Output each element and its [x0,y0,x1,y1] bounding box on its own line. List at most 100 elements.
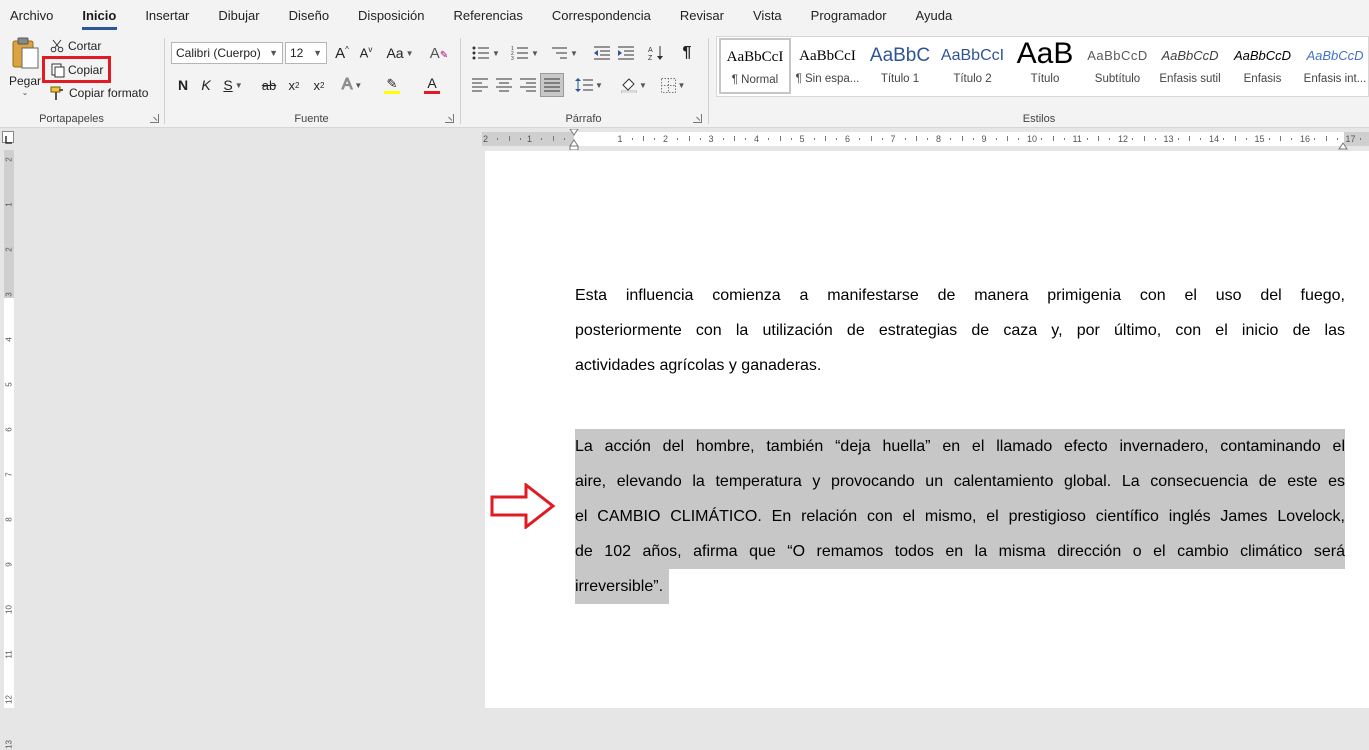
shading-button[interactable]: ▼ [618,74,650,96]
ruler-tick [654,138,656,140]
style-item[interactable]: AaBbC Título 1 [864,39,936,95]
text-span: Esta influencia comienza a manifestarse … [575,287,1345,304]
numbering-button[interactable]: 1 2 3 ▼ [508,42,542,64]
style-item[interactable]: AaBbCcD Énfasis [1227,39,1299,95]
tab-insertar[interactable]: Insertar [131,0,204,32]
paste-button[interactable]: Pegar ⌄ [6,36,44,102]
style-name: Énfasis [1243,73,1282,85]
style-item[interactable]: AaBbCcI ¶ Normal [719,38,791,94]
document-page[interactable]: Esta influencia comienza a manifestarse … [485,151,1369,708]
ruler-number: 8 [936,134,942,144]
ribbon: Pegar ⌄ Cortar Copiar Copiar formato Por… [0,32,1369,128]
svg-text:A: A [648,47,653,54]
sort-button[interactable]: AZ [645,42,667,64]
style-sample: AaB [1016,39,1074,70]
subscript-button[interactable]: x2 [284,74,304,96]
change-case-label: Aa [386,45,404,61]
indent-marker-icon[interactable] [569,128,579,151]
ruler-number: 3 [4,292,14,297]
show-marks-button[interactable]: ¶ [677,42,697,64]
clipboard-launcher-icon[interactable] [150,114,159,123]
chevron-down-icon: ▼ [595,80,603,90]
style-item[interactable]: AaB Título [1009,39,1081,95]
tab-selector-icon[interactable] [2,131,14,144]
tab-vista[interactable]: Vista [739,0,797,32]
font-color-button[interactable]: A [416,74,448,96]
document-paragraph-1[interactable]: Esta influencia comienza a manifestarse … [575,278,1345,383]
text-span: posteriormente con la utilización de est… [575,322,1345,339]
ruler-number: 11 [4,650,14,659]
text-span: el CAMBIO CLIMÁTICO. En relación con el … [575,508,1345,525]
bullets-button[interactable]: ▼ [469,42,503,64]
ruler-tick [497,138,499,140]
chevron-down-icon: ▼ [570,48,578,58]
pilcrow-icon: ¶ [682,44,692,61]
decrease-indent-button[interactable] [591,42,613,64]
ruler-tick [1325,136,1327,141]
ruler-tick [677,138,679,140]
shrink-font-button[interactable]: Av [356,42,376,64]
format-painter-button[interactable]: Copiar formato [50,84,148,102]
borders-button[interactable]: ▼ [657,74,689,96]
change-case-button[interactable]: Aa ▼ [384,42,416,64]
ruler-tick [1132,138,1134,140]
tab-archivo[interactable]: Archivo [0,0,68,32]
style-item[interactable]: AaBbCcD Subtítulo [1082,39,1154,95]
tab-diseno[interactable]: Diseño [274,0,343,32]
font-color-icon: A [427,75,437,91]
bold-button[interactable]: N [173,74,193,96]
ruler-number: 1 [4,202,14,207]
chevron-down-icon: ▼ [405,48,414,58]
highlight-color-bar [384,90,400,94]
font-launcher-icon[interactable] [445,114,454,123]
style-item[interactable]: AaBbCcI ¶ Sin espa... [792,39,864,95]
text-line: actividades agrícolas y ganaderas. [575,348,1345,383]
paragraph-launcher-icon[interactable] [693,114,702,123]
tab-disposicion[interactable]: Disposición [344,0,439,32]
style-item[interactable]: AaBbCcI Título 2 [937,39,1009,95]
cut-button[interactable]: Cortar [50,37,101,55]
justify-button[interactable] [540,73,564,97]
multilevel-icon [552,47,568,59]
italic-button[interactable]: K [196,74,216,96]
tab-inicio[interactable]: Inicio [68,0,131,32]
tab-referencias[interactable]: Referencias [439,0,537,32]
style-item[interactable]: AaBbCcD Énfasis int... [1299,39,1369,95]
ruler-tick [859,138,861,140]
horizontal-ruler[interactable]: 21123456789101112131415161718 [482,128,1369,151]
tab-revisar[interactable]: Revisar [665,0,738,32]
align-right-button[interactable] [517,74,539,96]
font-name-combo[interactable]: Calibri (Cuerpo) ▼ [171,42,283,64]
grow-font-button[interactable]: A^ [332,42,352,64]
strikethrough-button[interactable]: ab [258,74,280,96]
decrease-indent-icon [594,46,610,60]
increase-indent-button[interactable] [615,42,637,64]
font-size-combo[interactable]: 12 ▼ [285,42,327,64]
ruler-number: 16 [1300,134,1311,144]
underline-button[interactable]: S ▼ [220,74,246,96]
format-painter-label: Copiar formato [69,86,149,100]
line-spacing-button[interactable]: ▼ [573,74,605,96]
document-paragraph-2[interactable]: La acción del hombre, también “deja huel… [575,429,1345,604]
text-effects-button[interactable]: A ▼ [337,74,367,96]
ruler-tick [1154,138,1156,140]
paste-dropdown-icon[interactable]: ⌄ [22,88,29,97]
align-left-button[interactable] [469,74,491,96]
tab-ayuda[interactable]: Ayuda [901,0,967,32]
right-indent-marker-icon[interactable] [1338,137,1348,150]
ruler-tick [1018,138,1020,140]
tab-correspondencia[interactable]: Correspondencia [537,0,665,32]
style-name: Subtítulo [1094,73,1141,85]
align-center-button[interactable] [493,74,515,96]
multilevel-button[interactable]: ▼ [547,42,581,64]
vertical-ruler[interactable]: 2 1 2 3 4 5 6 7 8 9 10 11 12 13 [0,128,18,749]
clear-format-button[interactable]: A✎ [428,42,450,64]
ruler-number: 10 [4,605,14,614]
tab-programador[interactable]: Programador [796,0,901,32]
ruler-tick [734,136,736,141]
style-item[interactable]: AaBbCcD Énfasis sutil [1154,39,1226,95]
superscript-button[interactable]: x2 [309,74,329,96]
tab-dibujar[interactable]: Dibujar [204,0,274,32]
highlight-button[interactable]: ✎ [376,74,408,96]
text-span: aire, elevando la temperatura y provocan… [575,473,1345,490]
